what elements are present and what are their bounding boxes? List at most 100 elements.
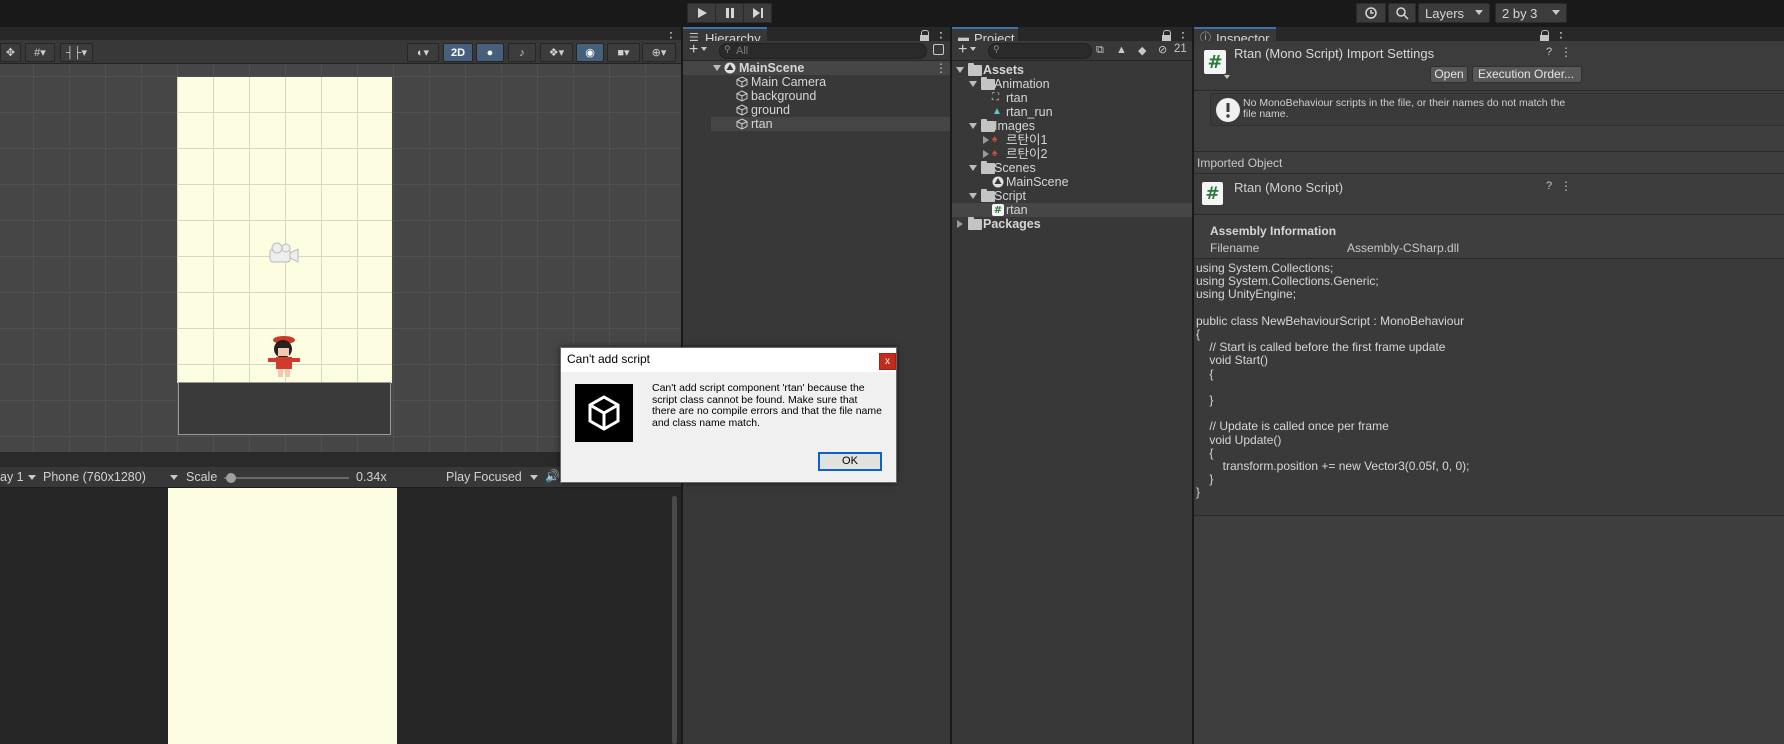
search-icon: ⚲ [724, 44, 731, 54]
more-options-icon[interactable]: ⋮ [1560, 45, 1572, 59]
history-button[interactable] [1356, 3, 1386, 23]
inspector-panel: # Rtan (Mono Script) Import Settings ? ⋮… [1194, 41, 1784, 744]
expand-arrow-icon[interactable] [983, 150, 989, 158]
rtan-character-sprite[interactable] [262, 334, 306, 382]
dialog-titlebar: Can't add script x [561, 348, 896, 372]
assembly-heading: Assembly Information [1210, 224, 1337, 238]
help-icon[interactable]: ? [1546, 180, 1552, 192]
hidden-packages-icon[interactable]: ⊘ [1158, 43, 1167, 56]
ok-button[interactable]: OK [818, 452, 882, 471]
hierarchy-item-background[interactable]: background [711, 89, 950, 103]
search-placeholder: All [736, 45, 749, 57]
asset-label: rtan [1006, 203, 1028, 217]
project-asset-image-1[interactable]: ♠ 르탄이1 [952, 133, 1192, 147]
expand-arrow-icon[interactable] [983, 136, 989, 144]
chevron-down-icon[interactable] [970, 47, 976, 51]
project-asset-rtan-controller[interactable]: ⛶ rtan [952, 91, 1192, 105]
game-scrollbar[interactable] [672, 496, 677, 744]
code-line: void Start() [1196, 353, 1269, 368]
project-folder-script[interactable]: Script [952, 189, 1192, 203]
chevron-down-icon[interactable] [701, 47, 707, 51]
layout-dropdown[interactable]: 2 by 3 [1495, 3, 1567, 23]
hierarchy-item-rtan[interactable]: rtan [711, 117, 950, 131]
camera-dropdown[interactable]: ■▾ [607, 43, 640, 62]
play-button[interactable] [687, 3, 716, 23]
expand-arrow-icon[interactable] [969, 81, 977, 87]
project-asset-rtan-run[interactable]: ▲ rtan_run [952, 105, 1192, 119]
help-icon[interactable]: ? [1546, 46, 1552, 58]
display-dropdown[interactable]: ay 1 [0, 470, 24, 484]
add-icon[interactable]: + [689, 41, 698, 59]
shading-icon: ◐▾ [416, 47, 430, 59]
chevron-down-icon [530, 475, 538, 480]
chevron-down-icon[interactable] [1224, 75, 1230, 79]
expand-arrow-icon[interactable] [969, 123, 977, 129]
search-by-label-icon[interactable]: ▲ [1116, 44, 1127, 56]
step-button[interactable] [743, 3, 772, 23]
chevron-down-icon [1552, 10, 1560, 15]
layers-dropdown[interactable]: Layers [1418, 3, 1490, 23]
project-folder-packages[interactable]: Packages [952, 217, 1192, 231]
expand-arrow-icon[interactable] [956, 67, 964, 73]
expand-arrow-icon[interactable] [969, 165, 977, 171]
code-line: // Update is called once per frame [1196, 419, 1389, 434]
folder-label: Scenes [994, 161, 1036, 175]
tool-handle-button[interactable]: ✥ [0, 43, 21, 62]
folder-label: Packages [983, 217, 1041, 231]
asset-label: MainScene [1006, 175, 1069, 189]
project-asset-rtan-script[interactable]: # rtan [952, 203, 1192, 217]
more-options-icon[interactable]: ⋮ [935, 60, 947, 76]
scale-slider-handle[interactable] [226, 473, 237, 483]
increment-snap-button[interactable]: ┤├▾ [60, 43, 93, 62]
audio-icon[interactable]: 🔊 [545, 469, 560, 483]
project-search-input[interactable]: ⚲ [988, 43, 1092, 59]
scale-slider-track[interactable] [224, 473, 349, 483]
hierarchy-search-input[interactable]: ⚲ All [719, 43, 927, 59]
ground-sprite[interactable] [178, 382, 391, 435]
effects-dropdown[interactable]: ❖▾ [540, 43, 573, 62]
hierarchy-item-main-camera[interactable]: Main Camera [711, 75, 950, 89]
grid-snap-icon: #▾ [34, 47, 46, 59]
gizmo-icon: ⊕▾ [651, 47, 667, 59]
pause-button[interactable] [715, 3, 744, 23]
close-button[interactable]: x [879, 353, 896, 370]
camera-gizmo-icon[interactable] [268, 242, 302, 268]
expand-arrow-icon[interactable] [969, 193, 977, 199]
audio-toggle[interactable]: ♪ [508, 43, 536, 62]
code-line: using System.Collections.Generic; [1196, 274, 1379, 289]
history-icon [1365, 7, 1377, 19]
gizmos-dropdown[interactable]: ⊕▾ [642, 43, 676, 62]
game-view[interactable] [0, 488, 681, 744]
project-asset-mainscene[interactable]: MainScene [952, 175, 1192, 189]
project-folder-images[interactable]: Images [952, 119, 1192, 133]
expand-arrow-icon[interactable] [713, 65, 721, 71]
execution-order-button[interactable]: Execution Order... [1472, 66, 1582, 83]
project-folder-animation[interactable]: Animation [952, 77, 1192, 91]
play-mode-dropdown[interactable]: Play Focused [446, 470, 522, 484]
gameobject-icon [736, 76, 748, 88]
search-button[interactable] [1388, 3, 1416, 23]
add-icon[interactable]: + [958, 41, 967, 59]
expand-arrow-icon[interactable] [957, 220, 963, 228]
tag-icon[interactable]: ◆ [1138, 44, 1146, 57]
search-by-type-icon[interactable]: ⧉ [1096, 44, 1104, 57]
folder-icon [968, 63, 982, 76]
scale-label: Scale [186, 470, 218, 484]
lighting-toggle[interactable]: ● [476, 43, 504, 62]
resolution-dropdown[interactable]: Phone (760x1280) [43, 470, 146, 484]
project-asset-image-2[interactable]: ♠ 르탄이2 [952, 147, 1192, 161]
scene-row[interactable]: MainScene ⋮ [683, 61, 950, 75]
open-button[interactable]: Open [1430, 66, 1468, 83]
hierarchy-item-ground[interactable]: ground [711, 103, 950, 117]
step-icon [752, 8, 763, 18]
draw-mode-button[interactable]: ◐▾ [407, 43, 439, 62]
more-options-icon[interactable]: ⋮ [1560, 179, 1572, 193]
folder-icon [981, 119, 995, 132]
project-folder-scenes[interactable]: Scenes [952, 161, 1192, 175]
scene-visibility-icon[interactable] [933, 44, 944, 55]
grid-snap-button[interactable]: #▾ [25, 43, 55, 62]
sprite-icon: ♠ [992, 134, 998, 145]
project-folder-assets[interactable]: Assets [952, 63, 1192, 77]
visibility-toggle[interactable]: ◉ [576, 43, 604, 62]
toggle-2d-button[interactable]: 2D [443, 43, 473, 62]
